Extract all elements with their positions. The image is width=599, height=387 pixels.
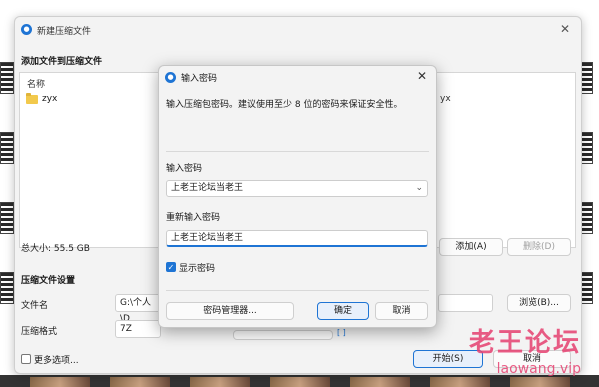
close-icon[interactable]: ✕ — [414, 68, 430, 84]
film-thumbnail — [270, 377, 330, 387]
film-frame — [0, 132, 14, 164]
settings-section-label: 压缩文件设置 — [21, 276, 76, 286]
show-password-label[interactable]: 显示密码 — [179, 261, 215, 274]
film-thumbnail — [430, 377, 490, 387]
list-item[interactable]: zyx — [42, 94, 57, 104]
format-select[interactable]: 7Z — [115, 320, 161, 338]
show-password-checkbox[interactable]: ✓ — [166, 262, 176, 272]
film-frame — [0, 272, 14, 304]
more-options-checkbox[interactable] — [21, 354, 31, 364]
close-icon[interactable]: ✕ — [557, 21, 573, 37]
film-frame — [0, 202, 14, 234]
reenter-password-field[interactable]: 上老王论坛当老王 — [166, 230, 428, 247]
column-header-name[interactable]: 名称 — [27, 77, 45, 90]
film-thumbnail — [350, 377, 410, 387]
folder-icon — [26, 93, 38, 104]
filename-label: 文件名 — [21, 301, 49, 311]
app-icon: ● — [21, 24, 32, 35]
browse-button[interactable]: 浏览(B)... — [507, 294, 571, 312]
partial-link[interactable]: [ ] — [337, 328, 346, 337]
divider — [166, 290, 429, 291]
dialog-title: 输入密码 — [181, 74, 218, 84]
dialog-description: 输入压缩包密码。建议使用至少 8 位的密码来保证安全性。 — [166, 100, 403, 110]
watermark-url: laowang.vip — [496, 361, 581, 377]
film-thumbnail — [510, 377, 570, 387]
reenter-password-label: 重新输入密码 — [166, 213, 221, 223]
dialog-cancel-button[interactable]: 取消 — [375, 302, 428, 320]
chevron-down-icon[interactable]: ⌄ — [415, 181, 423, 196]
total-size: 总大小: 55.5 GB — [21, 244, 90, 254]
password-label: 输入密码 — [166, 164, 203, 174]
film-frame — [0, 62, 14, 94]
password-field[interactable]: 上老王论坛当老王 ⌄ — [166, 180, 428, 197]
window-title-bar: ● 新建压缩文件 ✕ — [15, 17, 581, 43]
film-thumbnail — [110, 377, 170, 387]
film-thumbnail — [190, 377, 250, 387]
filename-field[interactable]: G:\个人\D — [115, 294, 161, 324]
window-title: 新建压缩文件 — [37, 27, 92, 37]
watermark-text: 老王论坛 — [468, 328, 581, 358]
more-options-label[interactable]: 更多选项... — [34, 353, 79, 366]
files-section-label: 添加文件到压缩文件 — [21, 57, 103, 67]
background-film-strip-left — [0, 0, 14, 387]
film-thumbnail — [30, 377, 90, 387]
ok-button[interactable]: 确定 — [317, 302, 369, 320]
partial-button[interactable] — [233, 330, 333, 340]
remove-button[interactable]: 删除(D) — [507, 238, 571, 256]
filename-field-tail[interactable] — [438, 294, 493, 312]
password-value: 上老王论坛当老王 — [171, 183, 244, 193]
reenter-password-value: 上老王论坛当老王 — [171, 233, 244, 243]
app-icon: ● — [165, 72, 176, 83]
list-item-partial: yx — [440, 94, 451, 104]
password-manager-button[interactable]: 密码管理器... — [166, 302, 294, 320]
format-label: 压缩格式 — [21, 327, 58, 337]
divider — [166, 151, 429, 152]
password-dialog: ● 输入密码 ✕ 输入压缩包密码。建议使用至少 8 位的密码来保证安全性。 输入… — [158, 65, 437, 328]
add-button[interactable]: 添加(A) — [439, 238, 503, 256]
